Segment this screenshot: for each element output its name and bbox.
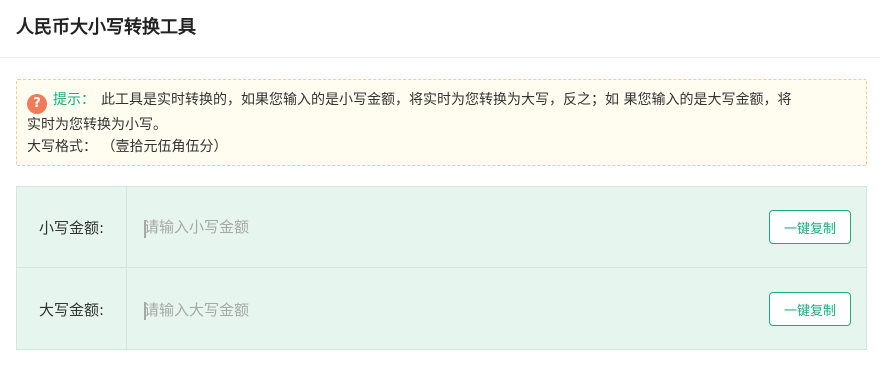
lowercase-row: 小写金额: 一键复制 (17, 187, 866, 268)
question-icon: ? (27, 94, 47, 114)
uppercase-row: 大写金额: 一键复制 (17, 269, 866, 350)
tip-box: ? 提示： 此工具是实时转换的，如果您输入的是小写金额，将实时为您转换为大写，反之；… (16, 79, 867, 166)
format-label: 大写格式： (27, 139, 97, 155)
tip-text-continued: 实时为您转换为小写。 (27, 117, 167, 133)
converter-panel: 小写金额: 一键复制 大写金额: 一键复制 (16, 186, 867, 350)
lowercase-label: 小写金额: (17, 187, 127, 267)
tip-text: 此工具是实时转换的，如果您输入的是小写金额，将实时为您转换为大写，反之；如 果您… (101, 92, 792, 108)
uppercase-amount-input[interactable] (127, 269, 866, 350)
tip-label: 提示： (53, 92, 95, 108)
copy-uppercase-button[interactable]: 一键复制 (769, 292, 851, 326)
lowercase-amount-input[interactable] (127, 187, 866, 267)
tip-line: ? 提示： 此工具是实时转换的，如果您输入的是小写金额，将实时为您转换为大写，反之；… (27, 89, 856, 114)
text-cursor (144, 302, 146, 320)
text-cursor (144, 220, 146, 238)
page-title: 人民币大小写转换工具 (16, 17, 196, 38)
format-line: 大写格式： （壹拾元伍角伍分） (27, 136, 856, 158)
copy-lowercase-button[interactable]: 一键复制 (769, 210, 851, 244)
uppercase-label: 大写金额: (17, 269, 127, 350)
format-example: （壹拾元伍角伍分） (101, 139, 228, 155)
header: 人民币大小写转换工具 (0, 0, 880, 58)
